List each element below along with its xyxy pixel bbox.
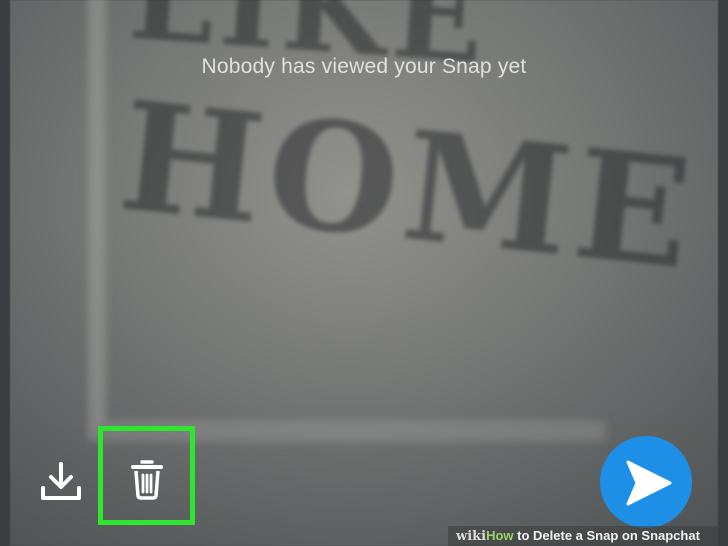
snap-status-message: Nobody has viewed your Snap yet <box>201 55 527 78</box>
send-snap-button[interactable] <box>600 436 692 528</box>
snap-preview-screen: LIKE HOME Nobody has viewed your Snap ye… <box>0 0 728 546</box>
watermark-title: to Delete a Snap on Snapchat <box>517 528 700 543</box>
watermark-wiki: wiki <box>456 529 487 544</box>
trash-icon <box>131 460 163 500</box>
watermark-how: How <box>486 528 514 543</box>
send-arrow-icon <box>626 460 672 506</box>
download-icon <box>41 462 81 500</box>
wikihow-watermark: wikiHow to Delete a Snap on Snapchat <box>448 526 728 546</box>
save-snap-button[interactable] <box>38 458 84 504</box>
delete-snap-button[interactable] <box>126 456 168 502</box>
